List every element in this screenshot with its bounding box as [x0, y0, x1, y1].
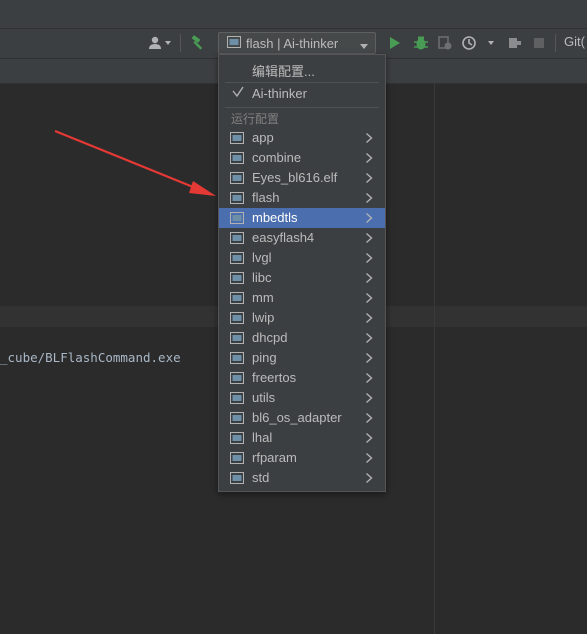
annotation-arrow	[54, 129, 216, 196]
